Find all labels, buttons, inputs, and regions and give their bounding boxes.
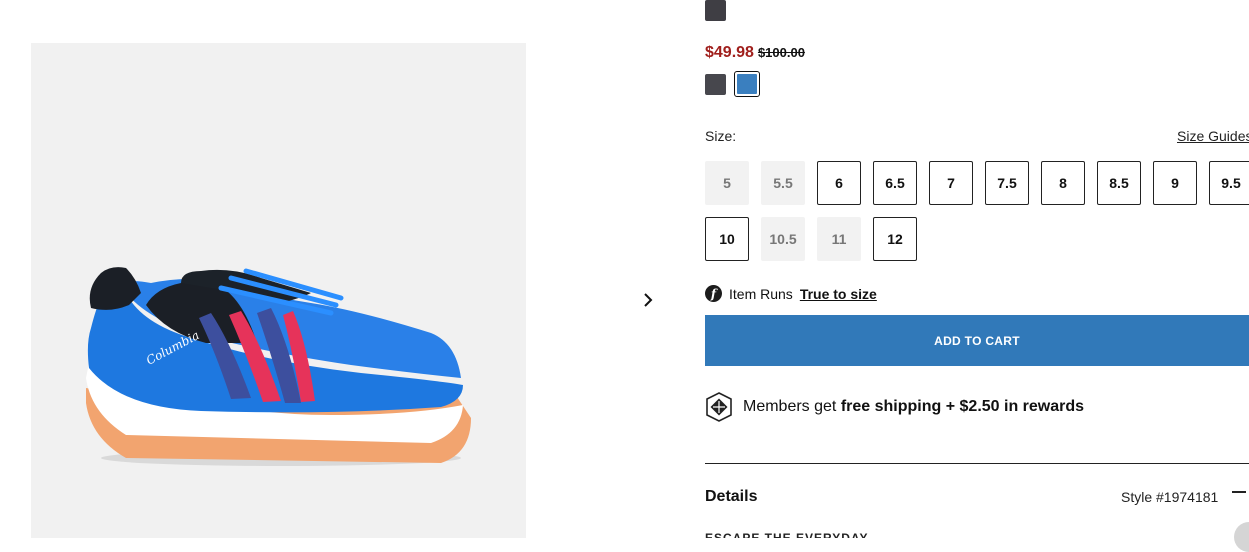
price: $49.98 $100.00 [705,44,805,62]
size-guides-link[interactable]: Size Guides [1177,128,1249,144]
size-option[interactable]: 7 [929,161,973,205]
members-prefix: Members get [743,398,837,415]
size-option[interactable]: 6.5 [873,161,917,205]
details-heading[interactable]: Details [705,488,757,506]
product-panel: $49.98 $100.00 Size: Size Guides 5 5.5 6 6.… [705,0,1249,538]
size-option[interactable]: 5 [705,161,749,205]
original-price: $100.00 [757,45,805,60]
size-option[interactable]: 6 [817,161,861,205]
color-swatch-blue[interactable] [734,71,760,97]
size-option[interactable]: 9.5 [1209,161,1249,205]
shoe-image: Columbia [86,267,471,466]
size-label: Size: [705,128,737,144]
color-swatch-partial[interactable] [705,0,726,21]
size-option[interactable]: 9 [1153,161,1197,205]
size-option[interactable]: 10.5 [761,217,805,261]
next-image-arrow[interactable] [638,290,658,310]
color-swatch-dark-grey[interactable] [705,74,726,95]
fit-prefix: Item Runs [729,285,793,302]
size-option[interactable]: 10 [705,217,749,261]
fit-indicator: f Item Runs True to size [705,285,877,302]
members-banner: Members get free shipping + $2.50 in rew… [705,392,1084,422]
sale-price: $49.98 [705,44,754,61]
fit-predictor-icon: f [705,285,722,302]
size-option[interactable]: 11 [817,217,861,261]
size-option[interactable]: 8.5 [1097,161,1141,205]
true-to-size-link[interactable]: True to size [800,286,877,302]
details-description-cutoff: ESCAPE THE EVERYDAY [705,532,869,538]
rewards-badge-icon [706,392,732,422]
divider [705,463,1249,464]
product-image[interactable]: Columbia [31,43,526,538]
size-option[interactable]: 7.5 [985,161,1029,205]
collapse-icon[interactable] [1232,491,1246,493]
size-option[interactable]: 8 [1041,161,1085,205]
chevron-right-icon [644,293,653,307]
members-benefit: free shipping + $2.50 in rewards [840,398,1085,415]
size-option[interactable]: 12 [873,217,917,261]
size-option[interactable]: 5.5 [761,161,805,205]
style-number: Style #1974181 [1121,489,1219,505]
add-to-cart-button[interactable]: ADD TO CART [705,315,1249,366]
